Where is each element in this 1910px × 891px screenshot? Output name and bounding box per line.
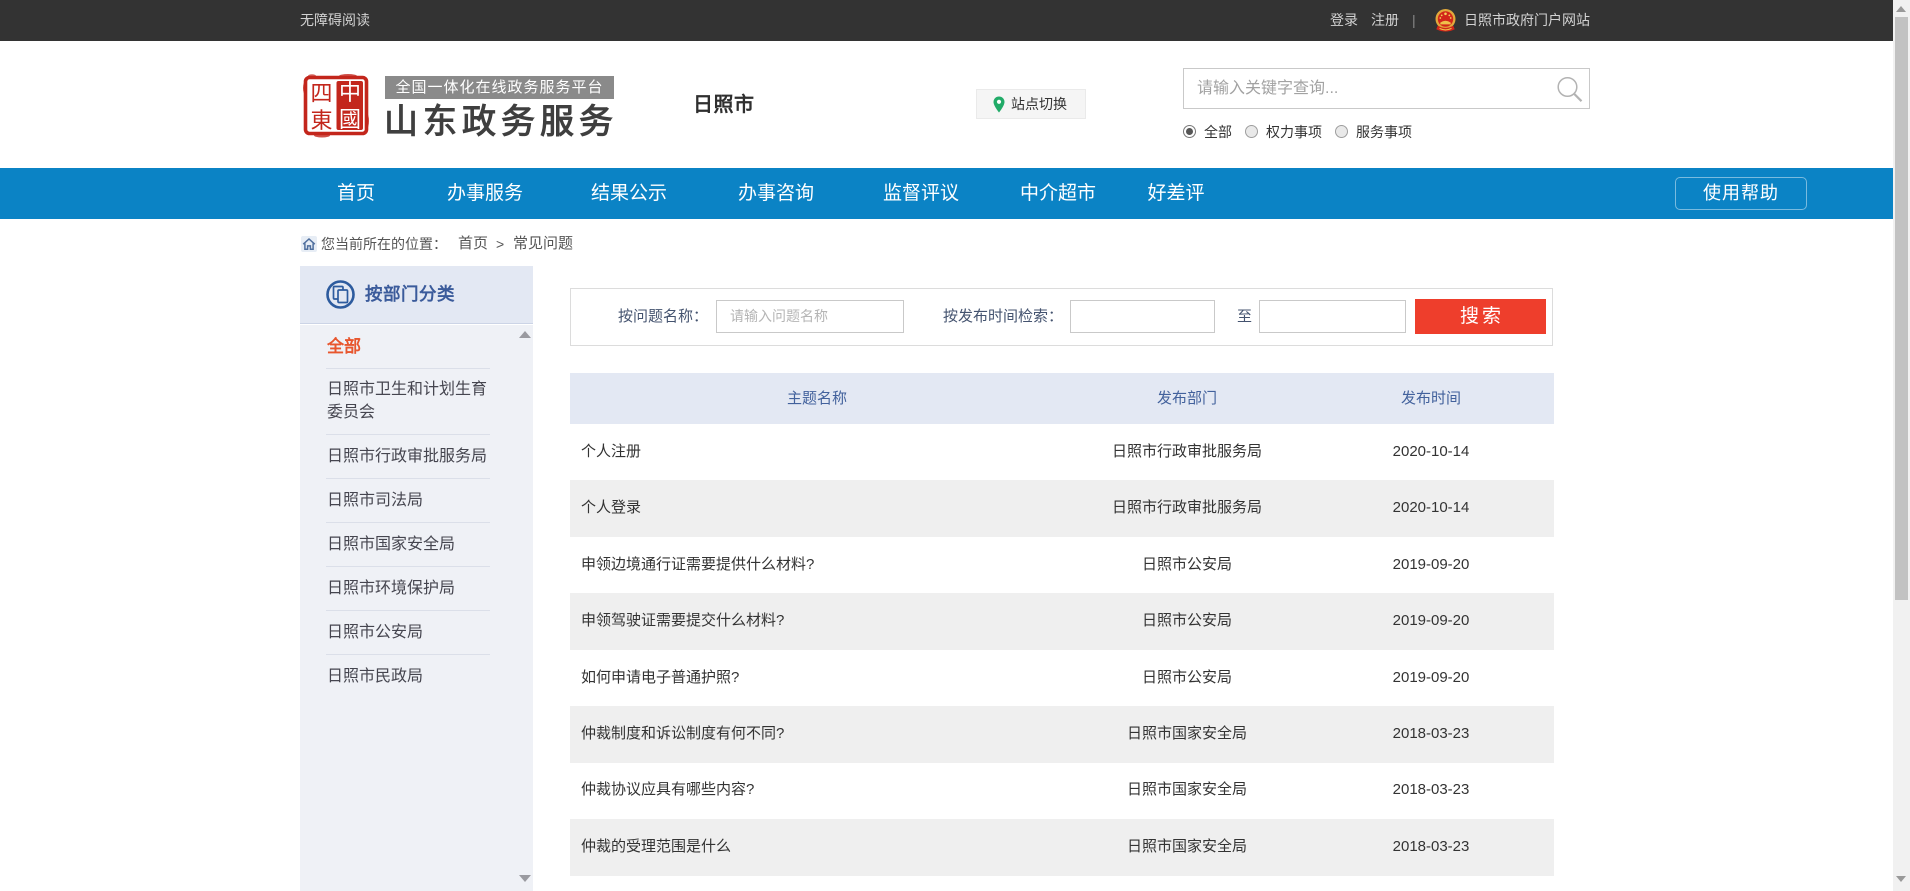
svg-text:東: 東 — [310, 108, 332, 133]
svg-text:四: 四 — [310, 81, 332, 106]
svg-text:國: 國 — [339, 107, 361, 132]
svg-text:中: 中 — [339, 80, 361, 105]
